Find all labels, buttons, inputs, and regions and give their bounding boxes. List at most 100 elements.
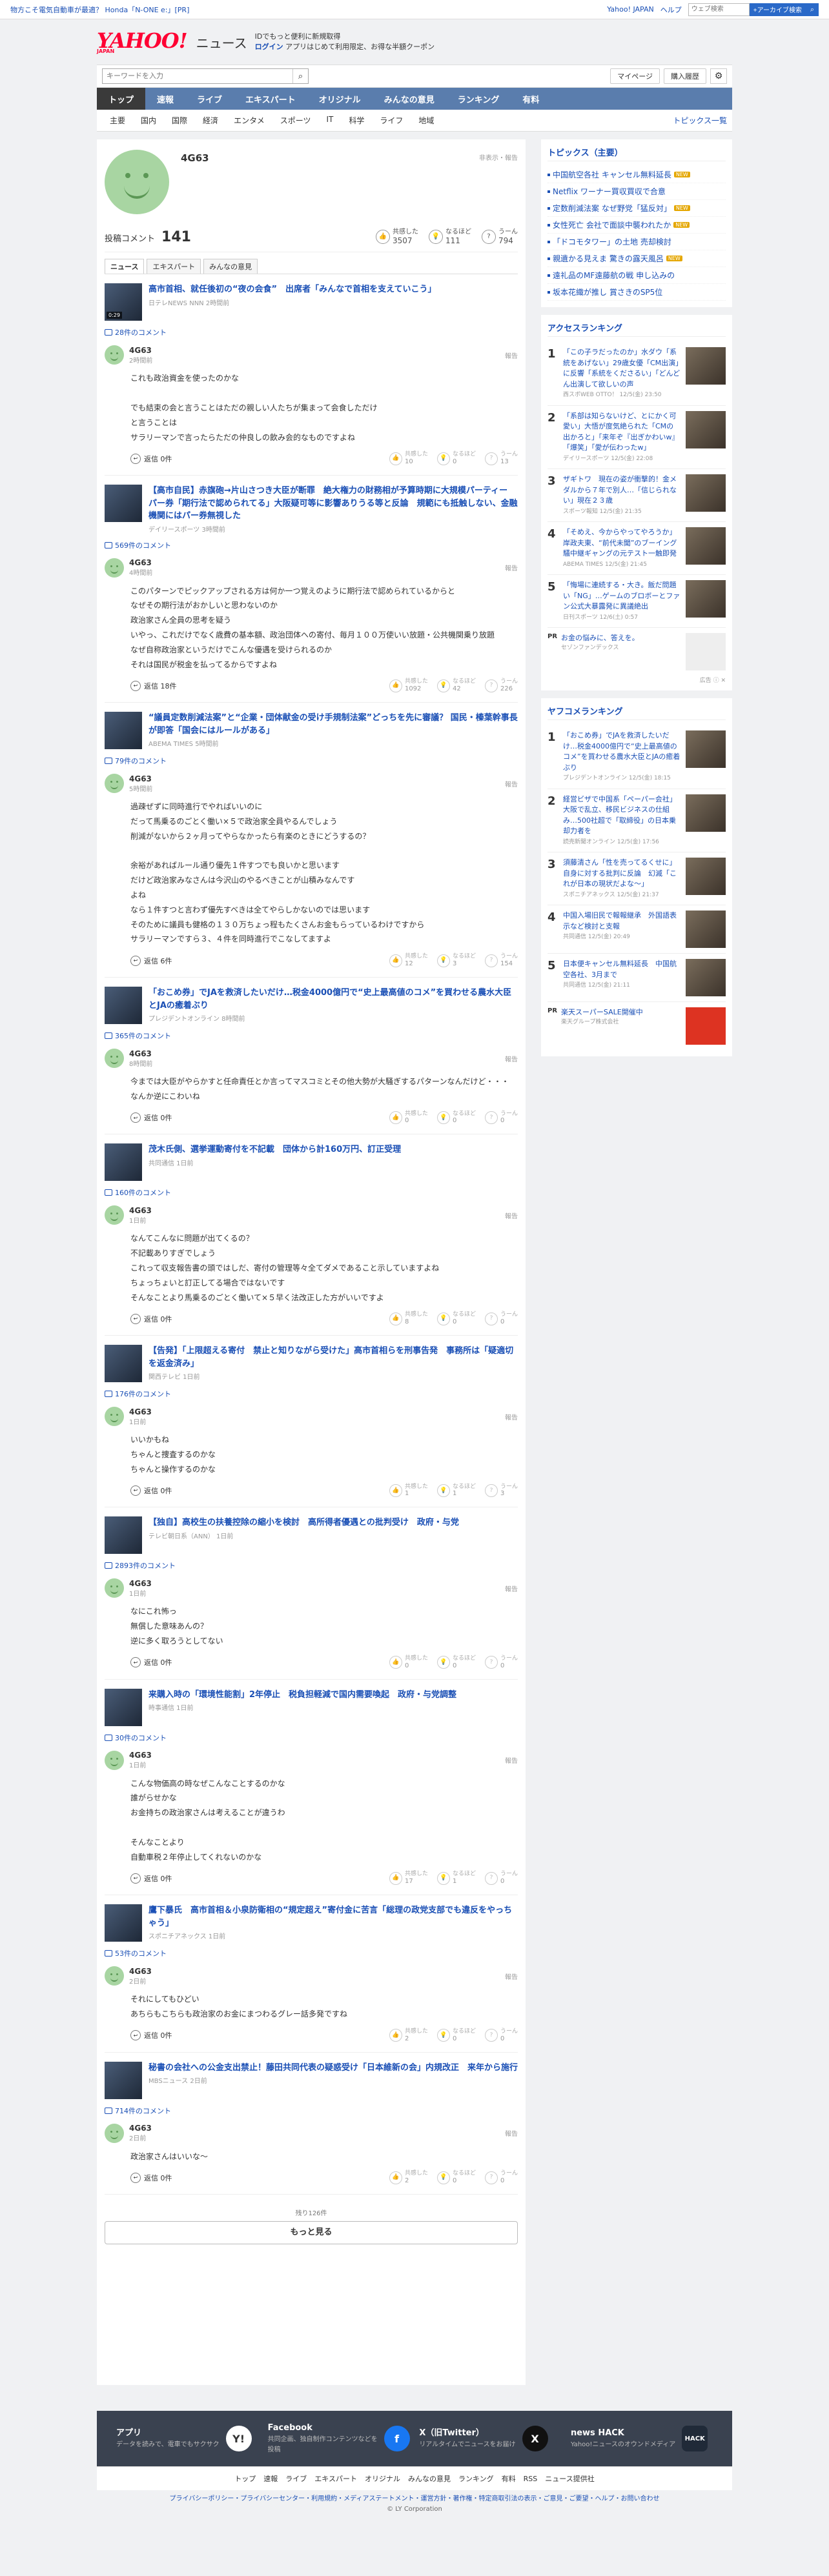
comment-count-link[interactable]: 79件のコメント xyxy=(105,756,518,766)
comment-count[interactable]: 160件のコメント xyxy=(115,1187,171,1198)
subnav-economy[interactable]: 経済 xyxy=(195,115,226,126)
avatar[interactable] xyxy=(105,345,124,365)
article-thumbnail[interactable] xyxy=(105,1345,142,1383)
comment-count[interactable]: 176件のコメント xyxy=(115,1389,171,1399)
reply-button[interactable]: ↩ 返信 6件 xyxy=(130,955,172,966)
topic-link[interactable]: 遠礼品のMF遠藤航の戦 申し込みの xyxy=(553,270,675,281)
yahoo-japan-link[interactable]: Yahoo! JAPAN xyxy=(607,5,654,14)
rank-title[interactable]: 日本便キャンセル無料延長 中国航空各社、3月まで 共同通信 12/5(金) 21:… xyxy=(563,959,681,996)
article-thumbnail[interactable] xyxy=(105,712,142,750)
vote-hmm-button[interactable]: ? うーん 0 xyxy=(484,2170,518,2185)
report-link[interactable]: 報告 xyxy=(505,350,518,360)
news-article[interactable]: 茂木氏側、選挙運動寄付を不記載 団体から計160万円、訂正受理 共同通信 1日前 xyxy=(105,1143,518,1182)
tab-news[interactable]: ニュース xyxy=(105,259,145,274)
nav-ranking[interactable]: ランキング xyxy=(446,88,511,110)
vote-insight-button[interactable]: 💡 なるほど 0 xyxy=(436,2028,476,2043)
ranking-item[interactable]: 2 「系部は知らないけど、とにかく可愛い」大悟が度気絶られた「CMの出かろと」「来… xyxy=(548,406,726,469)
comment-user[interactable]: 4G63 xyxy=(129,1206,152,1215)
article-title[interactable]: 「おこめ券」でJAを救済したいだけ…税金4000億円で“史上最高値のコメ”を買わ… xyxy=(148,987,518,1012)
subnav-it[interactable]: IT xyxy=(318,115,341,126)
vote-empathy-button[interactable]: 👍 共感した 12 xyxy=(389,953,428,968)
article-title[interactable]: 来購入時の「環境性能割」2年停止 税負担軽減で国内需要喚起 政府・与党調整 xyxy=(148,1689,456,1702)
subnav-sports[interactable]: スポーツ xyxy=(272,115,319,126)
article-title[interactable]: 【独自】高校生の扶養控除の縮小を検討 高所得者優遇との批判受け 政府・与党 xyxy=(148,1516,459,1529)
rank-title[interactable]: 「そめえ、今からやってやろうか」岸政夫東、“前代未聞”のブーイング騒中継ギャング… xyxy=(563,527,681,569)
footer-newshack[interactable]: news HACK Yahoo!ニュースのオウンドメディア HACK xyxy=(571,2422,713,2455)
article-title[interactable]: “議員定数削減法案”と“企業・団体献金の受け手規制法案”どっちを先に審議？ 国民… xyxy=(148,712,518,737)
archive-search-button[interactable]: +アーカイブ検索 xyxy=(749,3,806,16)
comment-user[interactable]: 4G63 xyxy=(129,1967,152,1976)
ranking-item[interactable]: 5 日本便キャンセル無料延長 中国航空各社、3月まで 共同通信 12/5(金) 21… xyxy=(548,954,726,1002)
topic-link[interactable]: 定数削減法案 なぜ野党「猛反対」 xyxy=(553,203,671,214)
article-title[interactable]: 秘書の会社への公金支出禁止！藤田共同代表の疑惑受け「日本維新の会」内規改正 来年… xyxy=(148,2062,518,2075)
comment-count-link[interactable]: 2893件のコメント xyxy=(105,1560,518,1571)
ad-info[interactable]: 広告 ⓘ ✕ xyxy=(548,676,726,684)
comment-count-link[interactable]: 365件のコメント xyxy=(105,1031,518,1041)
vote-insight-button[interactable]: 💡 なるほど 1 xyxy=(436,1484,476,1498)
comment-user[interactable]: 4G63 xyxy=(129,558,152,567)
vote-insight-button[interactable]: 💡 なるほど 0 xyxy=(436,1655,476,1670)
topic-link[interactable]: 親遺かる見えま 驚きの露天風呂 xyxy=(553,253,664,264)
topic-link[interactable]: 中国航空各社 キャンセル無料延長 xyxy=(553,169,671,180)
vote-empathy-button[interactable]: 👍 共感した 2 xyxy=(389,2170,428,2185)
ranking-item[interactable]: 4 「そめえ、今からやってやろうか」岸政夫東、“前代未聞”のブーイング騒中継ギャン… xyxy=(548,522,726,575)
vote-empathy-button[interactable]: 👍 共感した 0 xyxy=(389,1111,428,1125)
vote-insight-button[interactable]: 💡 なるほど 0 xyxy=(436,451,476,466)
comment-count[interactable]: 365件のコメント xyxy=(115,1031,171,1041)
reply-button[interactable]: ↩ 返信 0件 xyxy=(130,1873,172,1884)
article-thumbnail[interactable] xyxy=(105,485,142,523)
vote-insight-button[interactable]: 💡 なるほど 0 xyxy=(436,1111,476,1125)
news-article[interactable]: 【告発】「上限超える寄付 禁止と知りながら受けた」高市首相らを刑事告発 事務所は… xyxy=(105,1345,518,1383)
avatar[interactable] xyxy=(105,1205,124,1225)
avatar[interactable] xyxy=(105,1407,124,1427)
comment-count-link[interactable]: 714件のコメント xyxy=(105,2106,518,2116)
subnav-life[interactable]: ライフ xyxy=(372,115,411,126)
rank-title-text[interactable]: 「おこめ券」でJAを救済したいだけ…税金4000億円で“史上最高値のコメ”を買わ… xyxy=(563,731,680,772)
footer-x[interactable]: X（旧Twitter） リアルタイムでニュースをお届け X xyxy=(419,2422,561,2455)
topic-link[interactable]: Netflix ワーナー買収買収で合意 xyxy=(553,186,666,197)
ranking-item[interactable]: 4 中国入場旧民で報報継承 外国語表示など検討と支報 共同通信 12/5(金) 20… xyxy=(548,905,726,954)
footer-link[interactable]: 速報 xyxy=(263,2475,278,2483)
article-title[interactable]: 茂木氏側、選挙運動寄付を不記載 団体から計160万円、訂正受理 xyxy=(148,1143,401,1156)
topic-link[interactable]: 「ドコモタワー」の土地 売却検討 xyxy=(553,236,671,247)
subnav-domestic[interactable]: 国内 xyxy=(133,115,164,126)
nav-opinion[interactable]: みんなの意見 xyxy=(373,88,446,110)
vote-hmm-button[interactable]: ? うーん 0 xyxy=(484,1655,518,1670)
subnav-world[interactable]: 国際 xyxy=(164,115,195,126)
tab-opinion[interactable]: みんなの意見 xyxy=(203,259,258,274)
rank-thumbnail[interactable] xyxy=(686,730,726,768)
topic-item[interactable]: 定数削減法案 なぜ野党「猛反対」 NEW xyxy=(548,200,726,217)
ranking-item[interactable]: 2 経営ビザで中国系「ペーパー会社」大阪で乱立、移民ビジネスの仕組み…500社超で… xyxy=(548,789,726,852)
gear-icon[interactable]: ⚙ xyxy=(710,68,727,84)
article-thumbnail[interactable]: 0:29 xyxy=(105,283,142,321)
report-link[interactable]: 報告 xyxy=(505,1755,518,1765)
rank-thumbnail[interactable] xyxy=(686,911,726,948)
subnav-main[interactable]: 主要 xyxy=(102,115,133,126)
reply-button[interactable]: ↩ 返信 0件 xyxy=(130,453,172,464)
topic-link[interactable]: 坂本花織が推し 賞さきのSP5位 xyxy=(553,287,662,297)
reply-button[interactable]: ↩ 返信 0件 xyxy=(130,1485,172,1496)
rank-title-text[interactable]: 「系部は知らないけど、とにかく可愛い」大悟が度気絶られた「CMの出かろと」「来年… xyxy=(563,412,679,452)
news-article[interactable]: “議員定数削減法案”と“企業・団体献金の受け手規制法案”どっちを先に審議？ 国民… xyxy=(105,712,518,750)
tab-expert[interactable]: エキスパート xyxy=(147,259,201,274)
rank-thumbnail[interactable] xyxy=(686,410,726,448)
web-search-input[interactable] xyxy=(688,3,750,16)
login-link[interactable]: ログイン xyxy=(255,43,283,51)
comment-count[interactable]: 28件のコメント xyxy=(115,327,167,337)
topic-item[interactable]: Netflix ワーナー買収買収で合意 xyxy=(548,183,726,200)
rank-thumbnail[interactable] xyxy=(686,858,726,895)
reply-button[interactable]: ↩ 返信 0件 xyxy=(130,1112,172,1123)
report-link[interactable]: 報告 xyxy=(505,2128,518,2138)
rank-title-text[interactable]: 「この子ラだったのか」水ダウ「系統をあげない」29歳女優「CM出演」に反響「系統… xyxy=(563,348,680,388)
news-article[interactable]: 【独自】高校生の扶養控除の縮小を検討 高所得者優遇との批判受け 政府・与党 テレビ… xyxy=(105,1516,518,1555)
rank-title[interactable]: 中国入場旧民で報報継承 外国語表示など検討と支報 共同通信 12/5(金) 20:… xyxy=(563,911,681,948)
ranking-item[interactable]: 3 須藤清さん「性を売ってるくせに」自身に対する批判に反論 幻滅「これが日本の現状… xyxy=(548,852,726,905)
rank-title-text[interactable]: ザギトワ 現在の姿が衝撃的！金メダルから７年で別人…「信じられない」現在２３歳 xyxy=(563,475,677,505)
footer-facebook[interactable]: Facebook 共同企画、独自制作コンテンツなどを投稿 f xyxy=(268,2422,410,2455)
avatar[interactable] xyxy=(105,1578,124,1598)
comment-count[interactable]: 79件のコメント xyxy=(115,756,167,766)
article-title[interactable]: 【高市自民】赤旗砲→片山さつき大臣が断罪 絶大権力の財務相が予算時期に大規模パー… xyxy=(148,485,518,523)
comment-count[interactable]: 714件のコメント xyxy=(115,2106,171,2116)
topic-item[interactable]: 女性死亡 会社で面談中襲われたか NEW xyxy=(548,217,726,234)
service-name[interactable]: ニュース xyxy=(196,33,247,52)
